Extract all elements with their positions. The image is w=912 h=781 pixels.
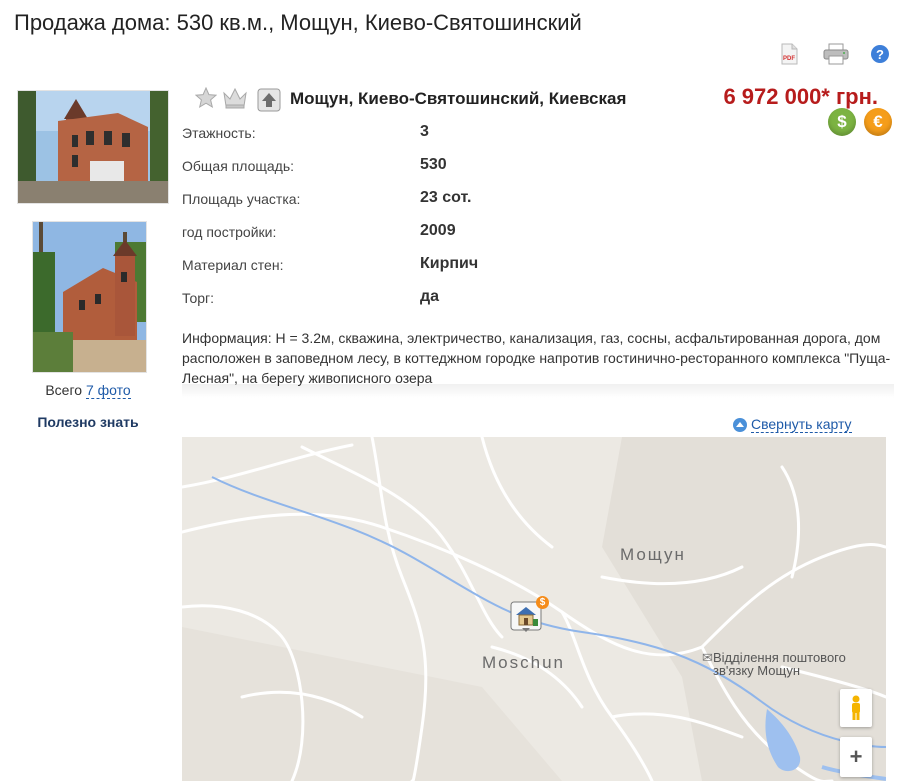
photo-count-link[interactable]: 7 фото <box>85 382 131 399</box>
marker-price-badge: $ <box>536 596 549 609</box>
map-label-post-office: Відділення поштового зв'язку Мощун <box>713 651 846 677</box>
listing-location: Мощун, Киево-Святошинский, Киевская <box>290 89 627 108</box>
map[interactable]: ✉ Мощун Moschun Відділення поштового зв'… <box>182 437 886 781</box>
prop-value-wall-material: Кирпич <box>420 255 479 272</box>
listing-info: Информация: H = 3.2м, скважина, электрич… <box>182 330 891 386</box>
pdf-icon-text: PDF <box>783 56 795 62</box>
prop-label-plot-area: Площадь участка: <box>182 191 301 207</box>
prop-label-build-year: год постройки: <box>182 224 277 240</box>
pdf-icon[interactable]: PDF <box>778 43 800 65</box>
collapse-map-label: Свернуть карту <box>751 416 852 433</box>
secondary-photo[interactable] <box>32 221 147 373</box>
photo-count-prefix: Всего <box>45 382 86 398</box>
prop-value-total-area: 530 <box>420 156 447 173</box>
listing-price: 6 972 000* грн. <box>723 84 878 109</box>
star-icon[interactable] <box>194 86 218 109</box>
property-marker[interactable]: $ <box>510 596 549 636</box>
svg-text:?: ? <box>876 47 884 62</box>
map-label-village-lat: Moschun <box>482 653 565 672</box>
prop-value-floors: 3 <box>420 123 429 140</box>
map-label-village-cyr: Мощун <box>620 545 686 564</box>
prop-value-build-year: 2009 <box>420 222 456 239</box>
chevron-up-icon <box>733 417 747 432</box>
post-office-icon: ✉ <box>702 650 713 665</box>
print-icon[interactable] <box>822 43 850 65</box>
prop-label-total-area: Общая площадь: <box>182 158 295 174</box>
prop-value-plot-area: 23 сот. <box>420 189 472 206</box>
street-view-pegman-icon[interactable] <box>840 689 872 727</box>
prop-value-bargain: да <box>420 288 440 305</box>
eur-currency-button[interactable]: € <box>864 108 892 136</box>
usd-currency-button[interactable]: $ <box>828 108 856 136</box>
help-icon[interactable]: ? <box>869 43 891 65</box>
prop-label-bargain: Торг: <box>182 290 215 306</box>
zoom-in-button[interactable]: + <box>840 737 872 777</box>
collapse-map-link[interactable]: Свернуть карту <box>733 416 852 433</box>
prop-label-wall-material: Материал стен: <box>182 257 284 273</box>
post-office-line2: зв'язку Мощун <box>713 663 801 678</box>
up-arrow-icon[interactable] <box>257 88 281 112</box>
prop-label-floors: Этажность: <box>182 125 256 141</box>
page-title: Продажа дома: 530 кв.м., Мощун, Киево-Св… <box>14 10 582 35</box>
useful-info-link[interactable]: Полезно знать <box>18 414 158 430</box>
photo-count: Всего 7 фото <box>18 382 158 399</box>
info-divider <box>182 384 894 398</box>
main-photo[interactable] <box>17 90 169 204</box>
crown-icon[interactable] <box>222 86 248 110</box>
